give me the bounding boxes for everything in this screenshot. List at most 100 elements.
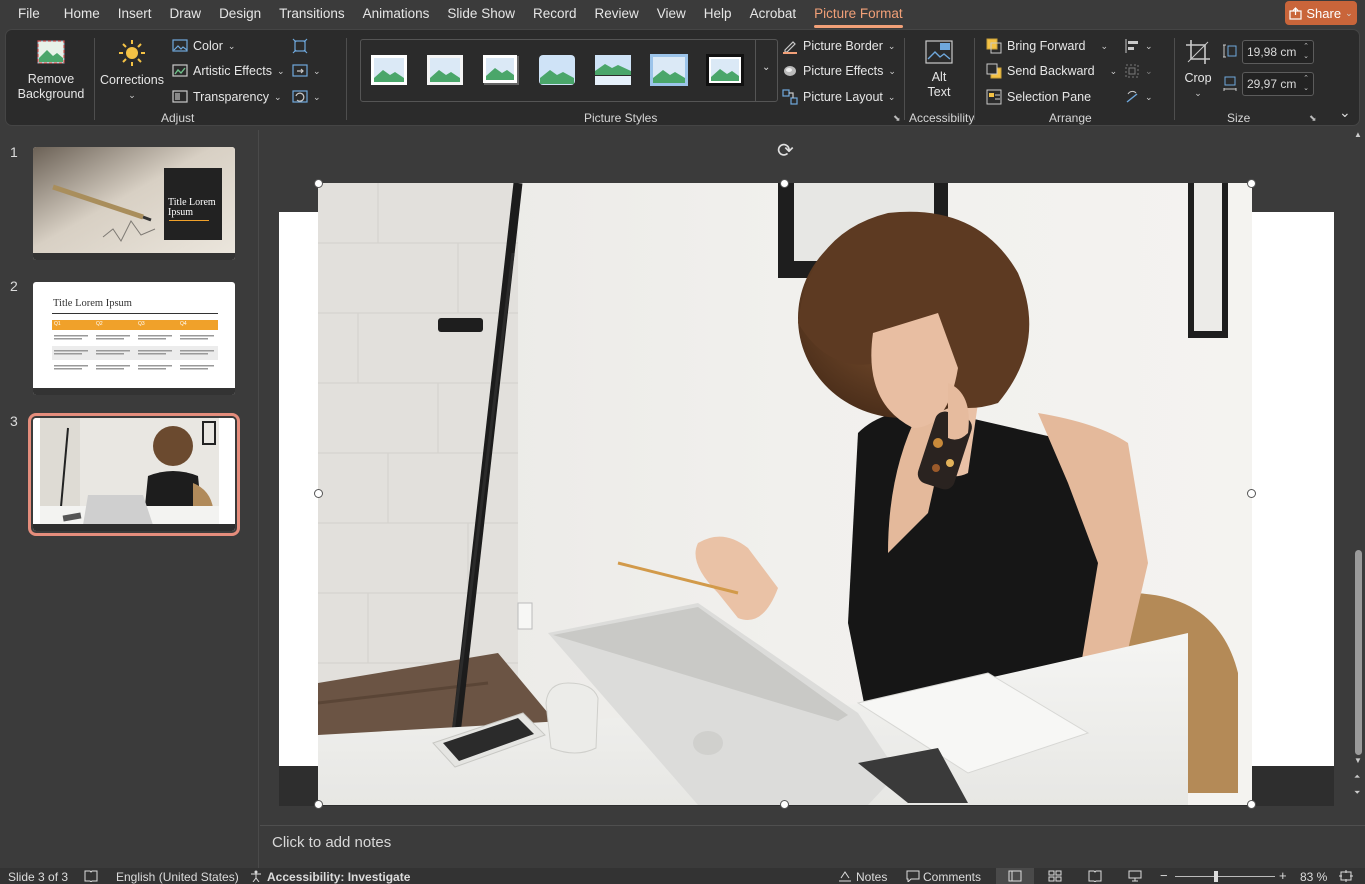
- transparency-button[interactable]: Transparency ⌄: [172, 87, 282, 107]
- menu-slide-show[interactable]: Slide Show: [438, 0, 524, 28]
- style-black-frame-icon[interactable]: [706, 54, 744, 86]
- reset-picture-button[interactable]: ⌄: [292, 87, 321, 107]
- previous-slide-icon[interactable]: ⏶: [1354, 772, 1360, 782]
- slide-2-footer-bar: [33, 388, 235, 395]
- dialog-launcher-icon[interactable]: ⬊: [1309, 113, 1317, 124]
- slide-show-icon[interactable]: [1128, 870, 1142, 882]
- color-button[interactable]: Color ⌄: [172, 36, 235, 56]
- next-slide-icon[interactable]: ⏷: [1354, 788, 1360, 798]
- menu-acrobat[interactable]: Acrobat: [741, 0, 806, 28]
- fit-to-window-icon[interactable]: [1339, 870, 1353, 882]
- corrections-label: Corrections: [100, 73, 164, 87]
- menu-insert[interactable]: Insert: [109, 0, 161, 28]
- alt-text-button[interactable]: Alt Text: [914, 38, 964, 100]
- status-bar: Slide 3 of 3 English (United States) Acc…: [0, 868, 1365, 884]
- chevron-down-icon: ⌄: [227, 40, 236, 51]
- color-label: Color: [193, 39, 223, 53]
- remove-background-label: Remove Background: [17, 72, 85, 101]
- slide-thumbnail-2[interactable]: Title Lorem Ipsum Q1 Q2 Q3 Q4: [33, 282, 235, 395]
- transparency-label: Transparency: [193, 90, 269, 104]
- scroll-down-icon[interactable]: ▼: [1354, 756, 1362, 765]
- zoom-level[interactable]: 83 %: [1300, 870, 1327, 884]
- menu-design[interactable]: Design: [210, 0, 270, 28]
- resize-handle[interactable]: [314, 179, 323, 188]
- slide-thumbnail-3[interactable]: [28, 413, 240, 536]
- style-simple-frame-icon[interactable]: [370, 54, 408, 86]
- zoom-slider-track[interactable]: [1175, 876, 1275, 877]
- picture-effects-button[interactable]: Picture Effects ⌄: [782, 61, 896, 81]
- change-picture-button[interactable]: ⌄: [292, 61, 321, 81]
- height-input[interactable]: 19,98 cm ⌃ ⌄: [1242, 40, 1314, 64]
- normal-view-icon: [1008, 870, 1022, 882]
- align-button[interactable]: ⌄: [1124, 36, 1153, 56]
- picture-effects-icon: [784, 66, 796, 76]
- corrections-button[interactable]: Corrections ⌄: [100, 38, 164, 103]
- language-status[interactable]: English (United States): [116, 870, 239, 884]
- menu-draw[interactable]: Draw: [161, 0, 211, 28]
- artistic-effects-button[interactable]: Artistic Effects ⌄: [172, 61, 285, 81]
- menu-picture-format[interactable]: Picture Format: [805, 0, 912, 28]
- comments-button[interactable]: Comments: [923, 870, 981, 884]
- resize-handle[interactable]: [1247, 179, 1256, 188]
- style-shadow-icon[interactable]: [482, 54, 520, 86]
- resize-handle[interactable]: [1247, 800, 1256, 809]
- send-backward-label: Send Backward: [1007, 64, 1095, 78]
- bring-forward-button[interactable]: Bring Forward ⌄: [986, 36, 1108, 56]
- selected-picture[interactable]: [318, 183, 1252, 805]
- menu-help[interactable]: Help: [695, 0, 741, 28]
- rotate-button[interactable]: ⌄: [1124, 87, 1153, 107]
- style-reflected-icon[interactable]: [594, 54, 632, 86]
- share-button[interactable]: Share ⌄: [1285, 1, 1357, 25]
- send-backward-button[interactable]: Send Backward ⌄: [986, 61, 1117, 81]
- spinner-arrows-icon[interactable]: ⌃ ⌄: [1303, 42, 1309, 62]
- chevron-down-icon: ⌄: [128, 90, 136, 100]
- alt-text-label: Alt Text: [927, 70, 951, 99]
- menu-view[interactable]: View: [648, 0, 695, 28]
- resize-handle[interactable]: [780, 179, 789, 188]
- menu-record[interactable]: Record: [524, 0, 586, 28]
- compress-pictures-button[interactable]: [292, 36, 308, 56]
- notes-pane[interactable]: Click to add notes: [260, 825, 1365, 867]
- styles-gallery-more-button[interactable]: ⌄: [755, 40, 777, 101]
- dialog-launcher-icon[interactable]: ⬊: [893, 113, 901, 124]
- spinner-arrows-icon[interactable]: ⌃ ⌄: [1303, 74, 1309, 94]
- collapse-ribbon-icon[interactable]: ⌄: [1339, 104, 1351, 121]
- notes-placeholder: Click to add notes: [272, 834, 392, 851]
- scrollbar-thumb[interactable]: [1355, 550, 1362, 755]
- picture-layout-button[interactable]: Picture Layout ⌄: [782, 87, 895, 107]
- reading-view-icon[interactable]: [1088, 870, 1102, 882]
- slide-thumbnail-1[interactable]: Title Lorem Ipsum: [33, 147, 235, 260]
- style-soft-edge-icon[interactable]: [426, 54, 464, 86]
- zoom-out-icon[interactable]: −: [1160, 868, 1168, 883]
- menu-review[interactable]: Review: [586, 0, 648, 28]
- normal-view-button[interactable]: [996, 868, 1034, 884]
- slide-sorter-icon[interactable]: [1048, 870, 1062, 882]
- menu-transitions[interactable]: Transitions: [270, 0, 354, 28]
- menu-file[interactable]: File: [0, 0, 49, 28]
- resize-handle[interactable]: [1247, 489, 1256, 498]
- slide-1-accent-line: [169, 220, 209, 221]
- zoom-in-icon[interactable]: +: [1279, 868, 1287, 883]
- chevron-down-icon: ⌄: [1194, 88, 1202, 98]
- remove-background-button[interactable]: Remove Background: [16, 38, 86, 102]
- resize-handle[interactable]: [780, 800, 789, 809]
- rotate-handle-icon[interactable]: ⟳: [777, 138, 794, 163]
- menu-home[interactable]: Home: [55, 0, 109, 28]
- group-button[interactable]: ⌄: [1124, 61, 1153, 81]
- width-input[interactable]: 29,97 cm ⌃ ⌄: [1242, 72, 1314, 96]
- resize-handle[interactable]: [314, 800, 323, 809]
- menu-animations[interactable]: Animations: [354, 0, 439, 28]
- scroll-up-icon[interactable]: ▲: [1354, 130, 1362, 139]
- style-rounded-icon[interactable]: [538, 54, 576, 86]
- crop-button[interactable]: Crop ⌄: [1180, 38, 1216, 101]
- zoom-slider-thumb[interactable]: [1214, 871, 1218, 882]
- notes-button[interactable]: Notes: [856, 870, 887, 884]
- picture-border-button[interactable]: Picture Border ⌄: [782, 36, 895, 56]
- resize-handle[interactable]: [314, 489, 323, 498]
- spelling-check-icon[interactable]: [84, 870, 98, 882]
- width-value: 29,97 cm: [1247, 77, 1297, 91]
- vertical-scrollbar[interactable]: ▲ ▼ ⏶ ⏷: [1352, 130, 1365, 822]
- style-glow-icon[interactable]: [650, 54, 688, 86]
- selection-pane-button[interactable]: Selection Pane: [986, 87, 1091, 107]
- accessibility-status[interactable]: Accessibility: Investigate: [267, 870, 410, 884]
